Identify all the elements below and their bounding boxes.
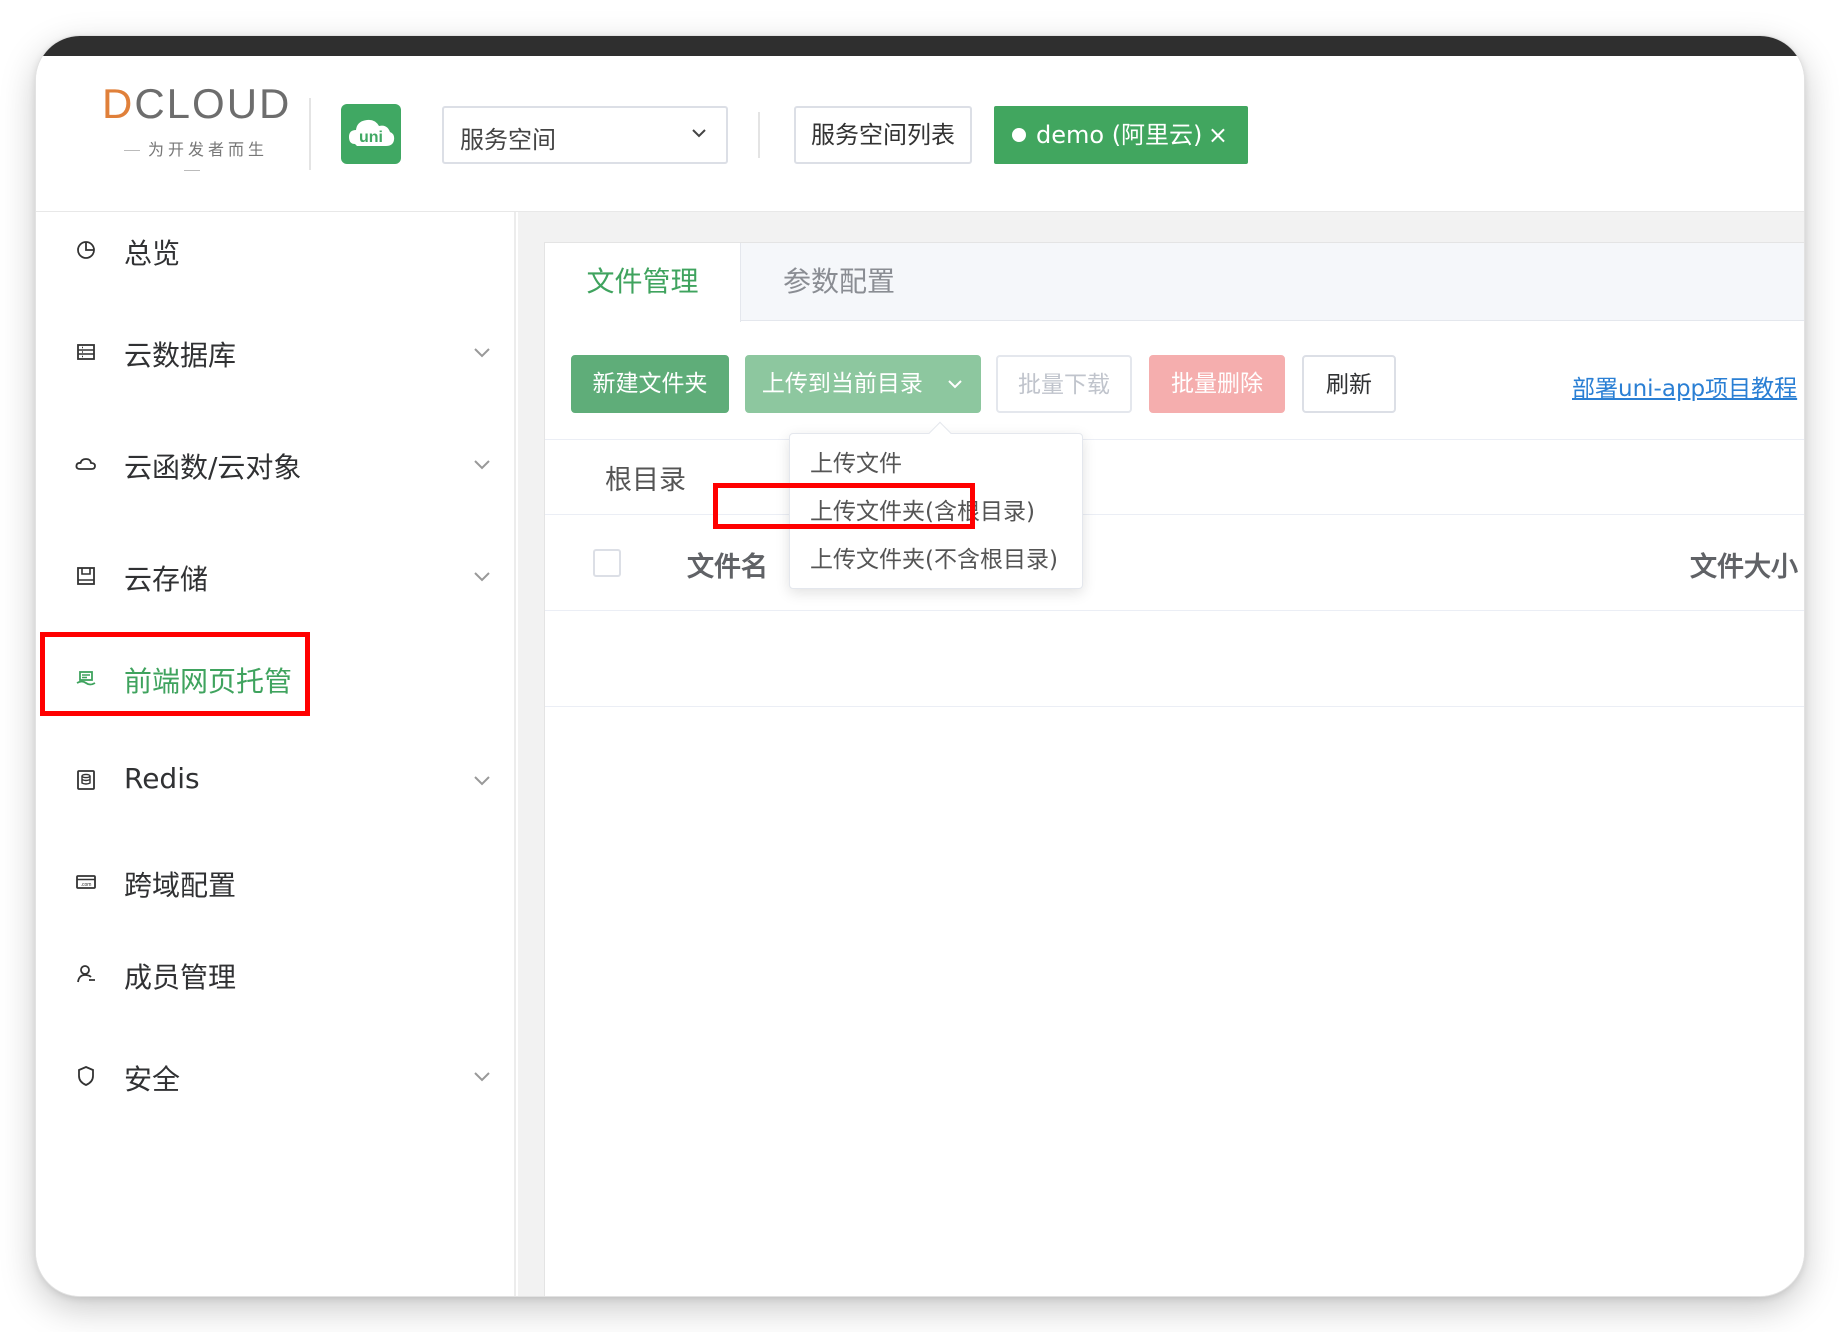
sidebar-item-redis[interactable]: Redis: [36, 750, 516, 810]
refresh-button[interactable]: 刷新: [1302, 355, 1396, 413]
dcloud-logo[interactable]: DCLOUD 为开发者而生: [102, 80, 292, 160]
service-space-select-value: 服务空间: [460, 126, 556, 154]
sidebar: 总览 云数据库 云函数/云对象 云存储 前端网页托管 Redis .com 跨域…: [36, 212, 516, 1296]
sidebar-item-members[interactable]: 成员管理: [36, 944, 516, 1004]
sidebar-item-label: 总览: [124, 237, 181, 270]
table-header: 文件名 文件大小: [545, 515, 1804, 611]
pie-chart-icon: [77, 241, 95, 259]
batch-delete-button[interactable]: 批量删除: [1149, 355, 1285, 413]
user-icon: [77, 965, 95, 983]
chevron-down-icon: [474, 1072, 490, 1082]
tab-parameter-config[interactable]: 参数配置: [741, 243, 937, 322]
tab-file-management[interactable]: 文件管理: [545, 243, 741, 322]
chevron-down-icon: [474, 776, 490, 786]
column-header-filesize: 文件大小: [1690, 552, 1798, 583]
batch-download-button[interactable]: 批量下载: [996, 355, 1132, 413]
header-divider: [758, 112, 760, 158]
svg-text:.com: .com: [81, 882, 92, 888]
close-icon[interactable]: ×: [1208, 106, 1228, 164]
file-panel: 文件管理 参数配置 新建文件夹 上传到当前目录 批量下载 批量删除 刷新 部署u…: [544, 242, 1804, 1296]
chevron-down-icon: [692, 129, 706, 138]
sidebar-item-label: Redis: [124, 762, 200, 795]
sidebar-item-database[interactable]: 云数据库: [36, 322, 516, 382]
sidebar-item-overview[interactable]: 总览: [36, 220, 516, 280]
chevron-down-icon: [948, 380, 962, 389]
upload-to-current-button[interactable]: 上传到当前目录: [745, 355, 981, 413]
uni-cloud-badge[interactable]: uni: [341, 104, 401, 164]
sidebar-item-label: 跨域配置: [124, 869, 237, 902]
chevron-down-icon: [474, 460, 490, 470]
logo-wordmark: DCLOUD: [102, 80, 292, 127]
chevron-down-icon: [474, 348, 490, 358]
window-top-strip: [36, 36, 1804, 56]
table-row: [545, 611, 1804, 707]
sidebar-item-label: 安全: [124, 1063, 181, 1096]
service-space-list-button[interactable]: 服务空间列表: [794, 106, 972, 164]
current-space-label: demo (阿里云): [1036, 121, 1203, 149]
domain-icon: .com: [76, 875, 96, 889]
redis-icon: [77, 770, 95, 790]
logo-slogan: 为开发者而生: [102, 136, 282, 179]
breadcrumb-root[interactable]: 根目录: [605, 458, 686, 497]
svg-text:uni: uni: [359, 129, 383, 146]
database-icon: [77, 344, 95, 360]
tabs-bar: 文件管理 参数配置: [545, 243, 1804, 322]
status-dot-icon: [1012, 128, 1026, 142]
sidebar-item-cloud-functions[interactable]: 云函数/云对象: [36, 434, 516, 494]
sidebar-item-label: 云数据库: [124, 339, 237, 372]
main-area: 文件管理 参数配置 新建文件夹 上传到当前目录 批量下载 批量删除 刷新 部署u…: [518, 212, 1804, 1296]
header-divider: [309, 98, 311, 170]
sidebar-item-cloud-storage[interactable]: 云存储: [36, 546, 516, 606]
highlight-box: [713, 483, 975, 529]
uni-cloud-icon: uni: [349, 119, 395, 146]
sidebar-item-label: 云存储: [124, 563, 209, 596]
new-folder-button[interactable]: 新建文件夹: [571, 355, 729, 413]
shield-icon: [78, 1066, 94, 1086]
top-header: DCLOUD 为开发者而生 uni 服务空间 服务空间列表 demo (阿里云)…: [36, 56, 1804, 212]
select-all-checkbox[interactable]: [593, 549, 621, 577]
app-window: DCLOUD 为开发者而生 uni 服务空间 服务空间列表 demo (阿里云)…: [36, 36, 1804, 1296]
current-space-tag[interactable]: demo (阿里云) ×: [994, 106, 1248, 164]
chevron-down-icon: [474, 572, 490, 582]
upload-to-current-label: 上传到当前目录: [761, 371, 923, 397]
sidebar-item-label: 成员管理: [124, 961, 237, 994]
sidebar-item-label: 云函数/云对象: [124, 451, 302, 484]
menu-item-upload-folder-without-root[interactable]: 上传文件夹(不含根目录): [790, 536, 1082, 584]
deploy-tutorial-link[interactable]: 部署uni-app项目教程: [1572, 369, 1797, 403]
column-header-filename: 文件名: [687, 552, 768, 583]
cloud-icon: [75, 458, 96, 470]
storage-icon: [77, 567, 95, 585]
highlight-box: [40, 632, 310, 716]
sidebar-item-cors[interactable]: .com 跨域配置: [36, 852, 516, 912]
sidebar-item-security[interactable]: 安全: [36, 1046, 516, 1106]
service-space-select[interactable]: 服务空间: [442, 106, 728, 164]
menu-item-upload-file[interactable]: 上传文件: [790, 440, 1082, 488]
